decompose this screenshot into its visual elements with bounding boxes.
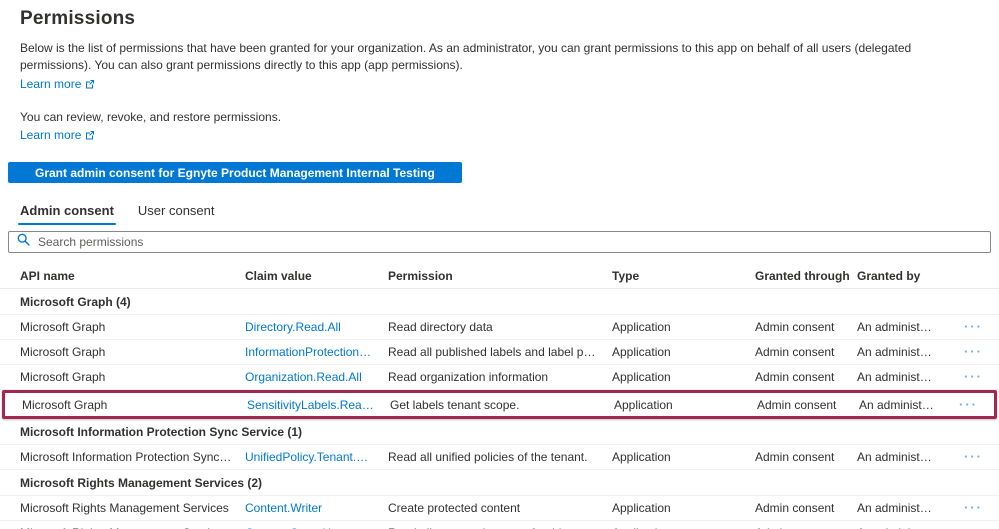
group-header-mip-sync-service: Microsoft Information Protection Sync Se… bbox=[0, 419, 999, 446]
column-header-type[interactable]: Type bbox=[612, 269, 755, 283]
cell-claim-value-link[interactable]: UnifiedPolicy.Tenant.Read bbox=[245, 450, 388, 464]
cell-type: Application bbox=[612, 345, 671, 360]
cell-api-name: Microsoft Graph bbox=[20, 345, 106, 360]
cell-claim-value-link[interactable]: Directory.Read.All bbox=[245, 320, 388, 334]
cell-api-name: Microsoft Graph bbox=[22, 397, 108, 412]
cell-permission: Read all published labels and label poli… bbox=[388, 345, 612, 360]
cell-granted-by: An administrator bbox=[857, 450, 945, 465]
grant-admin-consent-button[interactable]: Grant admin consent for Egnyte Product M… bbox=[8, 162, 462, 184]
cell-type: Application bbox=[612, 320, 671, 335]
column-header-permission[interactable]: Permission bbox=[388, 269, 612, 283]
permissions-table: API name Claim value Permission Type Gra… bbox=[0, 263, 999, 529]
search-icon bbox=[17, 233, 30, 251]
learn-more-link-2[interactable]: Learn more bbox=[20, 128, 95, 142]
learn-more-label: Learn more bbox=[20, 76, 82, 91]
column-header-granted-through[interactable]: Granted through bbox=[755, 269, 857, 283]
search-input[interactable] bbox=[38, 235, 982, 250]
page-title: Permissions bbox=[20, 8, 136, 29]
more-options-icon[interactable]: ··· bbox=[945, 320, 989, 333]
cell-permission: Read all unified policies of the tenant. bbox=[388, 450, 588, 465]
cell-granted-through: Admin consent bbox=[755, 320, 835, 335]
tab-admin-consent[interactable]: Admin consent bbox=[18, 203, 116, 226]
cell-claim-value-link[interactable]: InformationProtectionPolicy... bbox=[245, 345, 388, 359]
cell-type: Application bbox=[612, 370, 671, 385]
cell-granted-by: An administrator bbox=[857, 370, 945, 385]
cell-granted-by: An administrator bbox=[859, 397, 947, 412]
table-row[interactable]: Microsoft Rights Management Services Con… bbox=[0, 521, 999, 529]
search-box[interactable] bbox=[8, 231, 991, 254]
review-text: You can review, revoke, and restore perm… bbox=[20, 109, 282, 124]
page-description: Below is the list of permissions that ha… bbox=[20, 41, 912, 73]
tab-user-consent[interactable]: User consent bbox=[138, 203, 215, 225]
cell-claim-value-link[interactable]: Organization.Read.All bbox=[245, 370, 388, 384]
cell-granted-through: Admin consent bbox=[755, 370, 835, 385]
permissions-page: Permissions Below is the list of permiss… bbox=[0, 8, 999, 529]
cell-claim-value-link[interactable]: Content.Writer bbox=[245, 501, 388, 515]
more-options-icon[interactable]: ··· bbox=[945, 450, 989, 463]
cell-granted-through: Admin consent bbox=[755, 345, 835, 360]
cell-granted-through: Admin consent bbox=[755, 501, 835, 516]
cell-api-name: Microsoft Information Protection Sync Se… bbox=[20, 450, 245, 465]
cell-granted-through: Admin consent bbox=[757, 397, 837, 412]
learn-more-label-2: Learn more bbox=[20, 128, 82, 143]
learn-more-link[interactable]: Learn more bbox=[20, 77, 95, 91]
cell-type: Application bbox=[612, 501, 671, 516]
cell-permission: Read directory data bbox=[388, 320, 493, 335]
column-header-claim-value[interactable]: Claim value bbox=[245, 269, 388, 283]
column-header-api-name[interactable]: API name bbox=[20, 269, 245, 283]
table-header-row: API name Claim value Permission Type Gra… bbox=[0, 263, 999, 290]
consent-tabs: Admin consent User consent bbox=[18, 203, 999, 226]
table-row[interactable]: Microsoft Graph Directory.Read.All Read … bbox=[0, 315, 999, 341]
cell-api-name: Microsoft Rights Management Services bbox=[20, 501, 229, 516]
table-row[interactable]: Microsoft Graph InformationProtectionPol… bbox=[0, 340, 999, 366]
cell-type: Application bbox=[614, 397, 673, 412]
table-row[interactable]: Microsoft Information Protection Sync Se… bbox=[0, 445, 999, 471]
cell-claim-value-link[interactable]: SensitivityLabels.Read.All bbox=[247, 398, 390, 412]
cell-type: Application bbox=[612, 450, 671, 465]
cell-granted-by: An administrator bbox=[857, 320, 945, 335]
more-options-icon[interactable]: ··· bbox=[945, 501, 989, 514]
cell-api-name: Microsoft Graph bbox=[20, 320, 106, 335]
cell-permission: Read organization information bbox=[388, 370, 549, 385]
cell-granted-through: Admin consent bbox=[755, 450, 835, 465]
column-header-granted-by[interactable]: Granted by bbox=[857, 269, 945, 283]
more-options-icon[interactable]: ··· bbox=[945, 370, 989, 383]
more-options-icon[interactable]: ··· bbox=[947, 398, 984, 411]
highlighted-row-outline: Microsoft Graph SensitivityLabels.Read.A… bbox=[2, 390, 997, 420]
cell-granted-by: An administrator bbox=[857, 345, 945, 360]
group-header-rights-management: Microsoft Rights Management Services (2) bbox=[0, 470, 999, 497]
cell-api-name: Microsoft Graph bbox=[20, 370, 106, 385]
table-row-highlighted[interactable]: Microsoft Graph SensitivityLabels.Read.A… bbox=[5, 393, 994, 416]
more-options-icon[interactable]: ··· bbox=[945, 345, 989, 358]
table-row[interactable]: Microsoft Rights Management Services Con… bbox=[0, 496, 999, 522]
cell-permission: Create protected content bbox=[388, 501, 521, 516]
external-link-icon bbox=[85, 130, 95, 140]
group-header-microsoft-graph: Microsoft Graph (4) bbox=[0, 289, 999, 316]
table-row[interactable]: Microsoft Graph Organization.Read.All Re… bbox=[0, 365, 999, 391]
cell-permission: Get labels tenant scope. bbox=[390, 397, 520, 412]
external-link-icon bbox=[85, 79, 95, 89]
cell-granted-by: An administrator bbox=[857, 501, 945, 516]
